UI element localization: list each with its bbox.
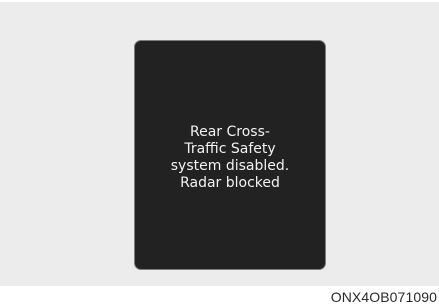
figure-code: ONX4OB071090 — [330, 289, 437, 305]
cluster-display: Rear Cross- Traffic Safety system disabl… — [134, 40, 326, 270]
warning-message: Rear Cross- Traffic Safety system disabl… — [170, 124, 290, 191]
figure-background: Rear Cross- Traffic Safety system disabl… — [0, 2, 439, 286]
figure-canvas: Rear Cross- Traffic Safety system disabl… — [0, 0, 439, 307]
